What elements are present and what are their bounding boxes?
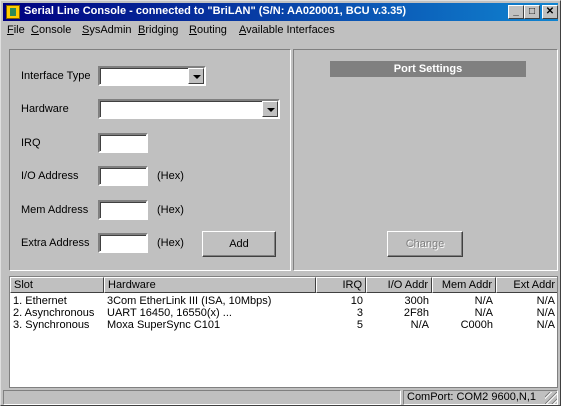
column-header-io-addr[interactable]: I/O Addr [366, 277, 432, 293]
io-hex-label: (Hex) [157, 170, 184, 182]
menu-console-label: onsole [38, 24, 72, 36]
add-button-label: Add [229, 238, 249, 250]
menu-bridging-label: ridging [145, 24, 179, 36]
cell-ext-addr: N/A [536, 307, 555, 319]
column-header-mem-addr[interactable]: Mem Addr [432, 277, 496, 293]
mem-address-input[interactable] [98, 200, 148, 220]
resize-grip-icon[interactable] [545, 392, 557, 404]
cell-irq: 10 [350, 295, 363, 307]
close-button[interactable]: ✕ [542, 5, 558, 19]
cell-io-addr: 2F8h [403, 307, 429, 319]
menu-available-interfaces-label: vailable Interfaces [246, 24, 335, 36]
status-message [3, 390, 401, 405]
interfaces-table[interactable]: Slot Hardware IRQ I/O Addr Mem Addr Ext … [9, 276, 558, 388]
change-button[interactable]: Change [387, 231, 463, 257]
chevron-down-icon[interactable] [188, 68, 204, 84]
status-comport: ComPort: COM2 9600,N,1 [403, 390, 558, 405]
cell-hardware: Moxa SuperSync C101 [107, 319, 221, 331]
extra-hex-label: (Hex) [157, 237, 184, 249]
extra-address-label: Extra Address [21, 237, 90, 249]
menu-console-accel: C [31, 24, 39, 36]
cell-ext-addr: N/A [536, 295, 555, 307]
cell-mem-addr: N/A [474, 307, 493, 319]
menu-console[interactable]: Console [31, 24, 71, 36]
cell-irq: 5 [356, 319, 363, 331]
mem-hex-label: (Hex) [157, 204, 184, 216]
cell-slot: 1. Ethernet [13, 295, 67, 307]
column-header-irq[interactable]: IRQ [316, 277, 366, 293]
irq-input[interactable] [98, 133, 148, 153]
column-header-ext-addr[interactable]: Ext Addr [496, 277, 557, 293]
io-address-label: I/O Address [21, 170, 79, 182]
table-header: Slot Hardware IRQ I/O Addr Mem Addr Ext … [10, 277, 557, 293]
cell-io-addr: N/A [410, 319, 429, 331]
column-header-slot[interactable]: Slot [10, 277, 104, 293]
menu-file-label: ile [13, 24, 25, 36]
change-button-label: Change [405, 238, 445, 250]
window-title: Serial Line Console - connected to "BriL… [24, 5, 407, 17]
hardware-combo[interactable] [98, 99, 280, 119]
menu-bar: File Console SysAdmin Bridging Routing A… [3, 21, 558, 39]
table-row[interactable]: 1. Ethernet 3Com EtherLink III (ISA, 10M… [10, 295, 557, 307]
interface-type-combo[interactable] [98, 66, 206, 86]
main-window: Serial Line Console - connected to "BriL… [0, 0, 561, 406]
add-button[interactable]: Add [202, 231, 276, 257]
cell-slot: 2. Asynchronous [13, 307, 95, 319]
menu-routing[interactable]: Routing [189, 24, 227, 36]
minimize-button[interactable]: _ [508, 5, 524, 19]
maximize-button[interactable]: □ [524, 5, 540, 19]
port-settings-header: Port Settings [330, 61, 526, 77]
cell-hardware: UART 16450, 16550(x) ... [107, 307, 232, 319]
mem-address-label: Mem Address [21, 204, 89, 216]
irq-label: IRQ [21, 137, 41, 149]
cell-irq: 3 [356, 307, 363, 319]
menu-routing-accel: R [189, 24, 197, 36]
cell-hardware: 3Com EtherLink III (ISA, 10Mbps) [107, 295, 272, 307]
table-row[interactable]: 2. Asynchronous UART 16450, 16550(x) ...… [10, 307, 557, 319]
cell-ext-addr: N/A [536, 319, 555, 331]
menu-file-accel: F [7, 24, 14, 36]
table-row[interactable]: 3. Synchronous Moxa SuperSync C101 5 N/A… [10, 319, 557, 331]
menu-routing-label: outing [196, 24, 227, 36]
app-icon[interactable] [6, 5, 20, 19]
menu-sysadmin-label: ysAdmin [89, 24, 132, 36]
cell-slot: 3. Synchronous [13, 319, 90, 331]
interface-type-label: Interface Type [21, 70, 91, 82]
cell-io-addr: 300h [404, 295, 429, 307]
io-address-input[interactable] [98, 166, 148, 186]
hardware-label: Hardware [21, 103, 69, 115]
title-bar[interactable]: Serial Line Console - connected to "BriL… [3, 3, 558, 21]
cell-mem-addr: C000h [460, 319, 493, 331]
menu-file[interactable]: File [7, 24, 25, 36]
menu-available-interfaces[interactable]: Available Interfaces [239, 24, 335, 36]
chevron-down-icon[interactable] [262, 101, 278, 117]
status-bar: ComPort: COM2 9600,N,1 [3, 390, 558, 405]
menu-sysadmin[interactable]: SysAdmin [82, 24, 132, 36]
menu-bridging[interactable]: Bridging [138, 24, 178, 36]
column-header-hardware[interactable]: Hardware [104, 277, 316, 293]
extra-address-input[interactable] [98, 233, 148, 253]
cell-mem-addr: N/A [474, 295, 493, 307]
